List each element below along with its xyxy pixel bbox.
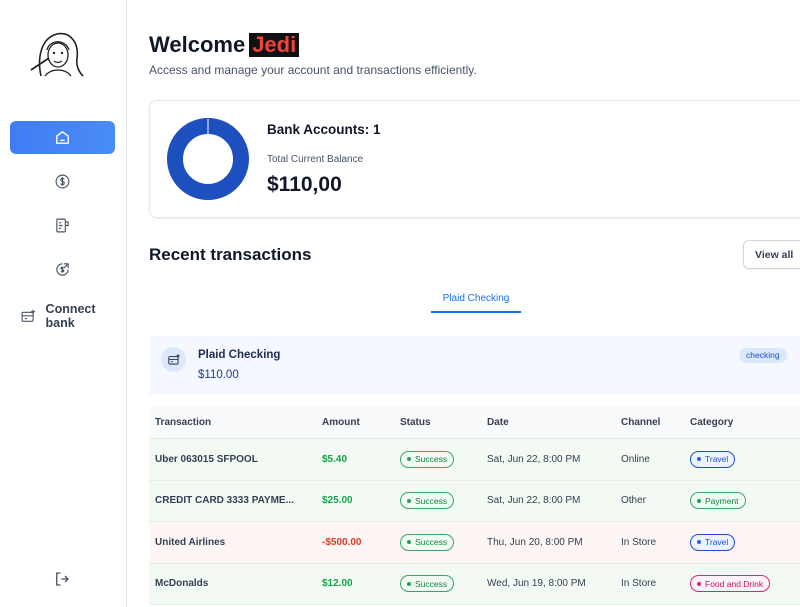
balance-card: Bank Accounts: 1 Total Current Balance $… <box>149 100 800 218</box>
account-banner: Plaid Checking $110.00 checking <box>149 336 800 395</box>
page-subtitle: Access and manage your account and trans… <box>149 63 477 77</box>
account-type-badge: checking <box>739 348 787 363</box>
table-row[interactable]: United Airlines -$500.00 Success Thu, Ju… <box>149 522 800 564</box>
tx-date: Sat, Jun 22, 8:00 PM <box>487 453 581 465</box>
status-badge: Success <box>400 450 455 468</box>
table-row[interactable]: McDonalds $12.00 Success Wed, Jun 19, 8:… <box>149 563 800 605</box>
total-balance-label: Total Current Balance <box>267 154 364 165</box>
table-header: Transaction Amount Status Date Channel C… <box>149 406 800 439</box>
col-status: Status <box>400 416 431 428</box>
page-title: Welcome Jedi <box>149 32 300 58</box>
tx-amount: $25.00 <box>322 495 353 507</box>
account-icon-wrap <box>161 347 186 372</box>
money-send-icon <box>56 263 69 276</box>
tx-amount: -$500.00 <box>322 536 362 548</box>
balance-donut-chart <box>167 118 249 200</box>
col-date: Date <box>487 416 509 428</box>
table-row[interactable]: CREDIT CARD 3333 PAYME... $25.00 Success… <box>149 480 800 522</box>
table-row[interactable]: Uber 063015 SFPOOL $5.40 Success Sat, Ju… <box>149 439 800 481</box>
total-balance-value: $110,00 <box>267 173 342 196</box>
tx-amount: $5.40 <box>322 453 348 465</box>
user-name: Jedi <box>249 33 300 57</box>
tx-name: Uber 063015 SFPOOL <box>155 453 258 465</box>
account-balance: $110.00 <box>198 369 239 381</box>
col-category: Category <box>690 416 734 428</box>
view-all-button[interactable]: View all <box>743 240 800 269</box>
status-badge: Success <box>400 575 455 593</box>
status-badge: Success <box>400 492 455 510</box>
tx-channel: Other <box>621 495 647 507</box>
category-badge: Travel <box>690 450 736 468</box>
category-badge: Payment <box>690 492 746 510</box>
category-badge: Food and Drink <box>690 575 771 593</box>
tx-name: CREDIT CARD 3333 PAYME... <box>155 495 294 507</box>
receipt-icon <box>56 218 69 233</box>
bank-accounts-count: Bank Accounts: 1 <box>267 122 381 137</box>
connect-bank-button[interactable]: Connect bank <box>20 302 126 330</box>
status-badge: Success <box>400 533 455 551</box>
tx-channel: Online <box>621 453 650 465</box>
dollar-icon <box>55 174 70 189</box>
col-channel: Channel <box>621 416 661 428</box>
sidebar: Connect bank <box>0 0 127 607</box>
tx-date: Thu, Jun 20, 8:00 PM <box>487 536 583 548</box>
tx-amount: $12.00 <box>322 578 353 590</box>
tx-date: Wed, Jun 19, 8:00 PM <box>487 578 586 590</box>
col-amount: Amount <box>322 416 360 428</box>
tx-channel: In Store <box>621 536 657 548</box>
tx-date: Sat, Jun 22, 8:00 PM <box>487 495 581 507</box>
category-badge: Travel <box>690 533 736 551</box>
tx-name: McDonalds <box>155 578 209 590</box>
account-name: Plaid Checking <box>198 349 281 361</box>
recent-transactions-title: Recent transactions <box>149 245 312 264</box>
connect-bank-icon <box>21 309 36 322</box>
connect-bank-label: Connect bank <box>45 302 96 330</box>
tab-plaid-checking[interactable]: Plaid Checking <box>431 287 521 313</box>
welcome-text: Welcome <box>149 32 246 57</box>
col-transaction: Transaction <box>155 416 212 428</box>
logout-icon[interactable] <box>53 570 71 588</box>
home-icon <box>56 130 69 144</box>
sidebar-item-dollar[interactable] <box>10 165 115 198</box>
sidebar-item-receipt[interactable] <box>10 209 115 242</box>
sidebar-item-money-send[interactable] <box>10 253 115 286</box>
sidebar-item-home[interactable] <box>10 121 115 154</box>
tx-channel: In Store <box>621 578 657 590</box>
bank-card-icon <box>167 353 180 365</box>
avatar <box>30 32 84 77</box>
tx-name: United Airlines <box>155 536 226 548</box>
transactions-table: Transaction Amount Status Date Channel C… <box>149 406 800 605</box>
